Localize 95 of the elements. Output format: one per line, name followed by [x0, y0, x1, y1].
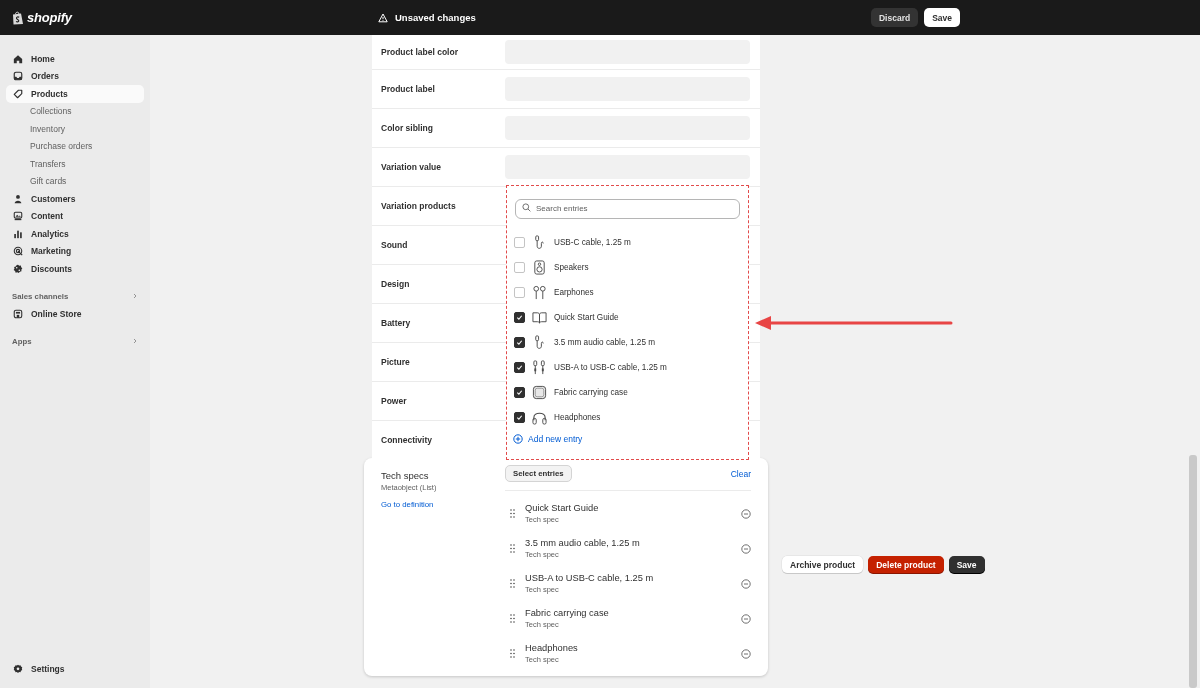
field-label: Color sibling — [381, 123, 434, 133]
entry-option[interactable]: Headphones — [513, 405, 740, 430]
entry-option[interactable]: Speakers — [513, 255, 740, 280]
cables-icon — [532, 360, 547, 375]
nav-item[interactable]: Analytics — [6, 225, 144, 243]
field-label: Picture — [381, 357, 411, 367]
scrollbar-thumb[interactable] — [1189, 455, 1197, 688]
nav-item[interactable]: Home — [6, 50, 144, 68]
tag-icon — [13, 88, 23, 99]
checkbox[interactable] — [514, 362, 525, 373]
entry-option[interactable]: USB-C cable, 1.25 m — [513, 230, 740, 255]
search-icon — [522, 202, 531, 212]
field-label: Power — [381, 396, 408, 406]
clear-link[interactable]: Clear — [730, 468, 751, 479]
add-entry-link[interactable]: Add new entry — [513, 434, 583, 444]
entry-option[interactable]: 3.5 mm audio cable, 1.25 m — [513, 330, 740, 355]
nav-subitem[interactable]: Inventory — [6, 120, 144, 138]
storefront-icon — [13, 308, 23, 319]
delete-button[interactable]: Delete product — [868, 556, 944, 573]
plus-circle-icon — [513, 434, 523, 444]
entry-option[interactable]: Fabric carrying case — [513, 380, 740, 405]
entry-title: 3.5 mm audio cable, 1.25 m — [525, 538, 641, 548]
nav-subitem[interactable]: Collections — [6, 102, 144, 120]
tech-specs-title: Tech specs — [381, 470, 430, 481]
remove-icon[interactable] — [741, 578, 751, 589]
nav-item[interactable]: Discounts — [6, 260, 144, 278]
drag-handle-icon[interactable] — [510, 509, 515, 518]
speaker-icon — [532, 260, 547, 275]
checkmark-icon — [516, 414, 523, 421]
checkmark-icon — [516, 314, 523, 321]
field-label: Design — [381, 279, 411, 289]
chevron-right-icon — [132, 293, 138, 300]
drag-handle-icon[interactable] — [510, 544, 515, 553]
entry-option[interactable]: USB-A to USB-C cable, 1.25 m — [513, 355, 740, 380]
save-button[interactable]: Save — [924, 8, 960, 27]
nav-subitem[interactable]: Gift cards — [6, 172, 144, 190]
drag-handle-icon[interactable] — [510, 579, 515, 588]
inbox-icon — [13, 71, 23, 82]
field-label: Product label color — [381, 47, 459, 57]
discard-button[interactable]: Discard — [870, 8, 919, 27]
nav-item[interactable]: Orders — [6, 67, 144, 85]
entry-title: Headphones — [525, 643, 579, 653]
headphones-icon — [532, 410, 547, 425]
entry-option[interactable]: Quick Start Guide — [513, 305, 740, 330]
field-label: Product label — [381, 84, 436, 94]
pouch-icon — [532, 385, 547, 400]
warning-icon — [378, 12, 388, 23]
chevron-right-icon — [132, 338, 138, 345]
bar-chart-icon — [13, 228, 23, 239]
person-icon — [13, 193, 23, 204]
nav-item[interactable]: Customers — [6, 190, 144, 208]
entry-title: USB-A to USB-C cable, 1.25 m — [525, 573, 655, 583]
logo-wordmark: shopify — [27, 10, 72, 25]
remove-icon[interactable] — [741, 613, 751, 624]
book-icon — [532, 310, 547, 325]
nav-item[interactable]: Content — [6, 207, 144, 225]
search-field[interactable]: Search entries — [515, 198, 740, 219]
field-label: Variation value — [381, 162, 442, 172]
checkmark-icon — [516, 364, 523, 371]
nav-subitem[interactable]: Purchase orders — [6, 137, 144, 155]
field-label: Variation products — [381, 201, 457, 211]
nav-item[interactable]: Products — [6, 85, 144, 103]
field-label: Battery — [381, 318, 412, 328]
save-button[interactable]: Save — [948, 556, 985, 573]
shopping-bag-icon — [12, 10, 24, 25]
earphones-icon — [532, 285, 547, 300]
entry-title: Quick Start Guide — [525, 503, 600, 513]
checkmark-icon — [516, 339, 523, 346]
nav-subitem[interactable]: Transfers — [6, 155, 144, 173]
remove-icon[interactable] — [741, 648, 751, 659]
drag-handle-icon[interactable] — [510, 649, 515, 658]
target-icon — [13, 246, 23, 257]
house-icon — [13, 53, 23, 64]
entry-title: Fabric carrying case — [525, 608, 610, 618]
checkbox[interactable] — [514, 387, 525, 398]
nav-item[interactable]: Marketing — [6, 242, 144, 260]
unsaved-changes-title: Unsaved changes — [395, 12, 476, 23]
remove-icon[interactable] — [741, 543, 751, 554]
field-label: Sound — [381, 240, 409, 250]
cable-icon — [532, 235, 547, 250]
settings-nav-item[interactable]: Settings — [6, 660, 144, 678]
checkbox[interactable] — [514, 312, 525, 323]
entry-option[interactable]: Earphones — [513, 280, 740, 305]
archive-button[interactable]: Archive product — [782, 556, 864, 573]
drag-handle-icon[interactable] — [510, 614, 515, 623]
remove-icon[interactable] — [741, 508, 751, 519]
field-label: Connectivity — [381, 435, 433, 445]
checkmark-icon — [516, 389, 523, 396]
checkbox[interactable] — [514, 337, 525, 348]
nav-item[interactable]: Online Store — [6, 305, 144, 323]
image-icon — [13, 211, 23, 222]
settings-icon — [13, 664, 23, 675]
badge-icon — [13, 263, 23, 274]
cable-icon — [532, 335, 547, 350]
checkbox[interactable] — [514, 412, 525, 423]
